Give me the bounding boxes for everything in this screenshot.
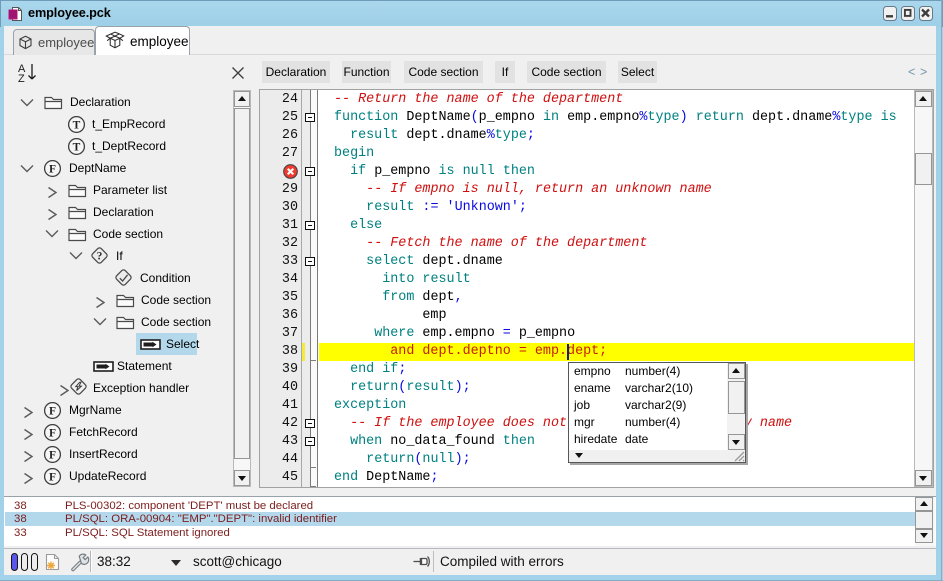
svg-text:Z: Z bbox=[18, 73, 25, 83]
svg-text:F: F bbox=[49, 406, 56, 418]
svg-text:?: ? bbox=[97, 251, 103, 263]
svg-text:F: F bbox=[49, 450, 56, 462]
svg-text:T: T bbox=[73, 120, 81, 132]
svg-text:F: F bbox=[49, 472, 56, 484]
svg-text:F: F bbox=[49, 164, 56, 176]
svg-text:T: T bbox=[73, 142, 81, 154]
svg-text:F: F bbox=[49, 428, 56, 440]
